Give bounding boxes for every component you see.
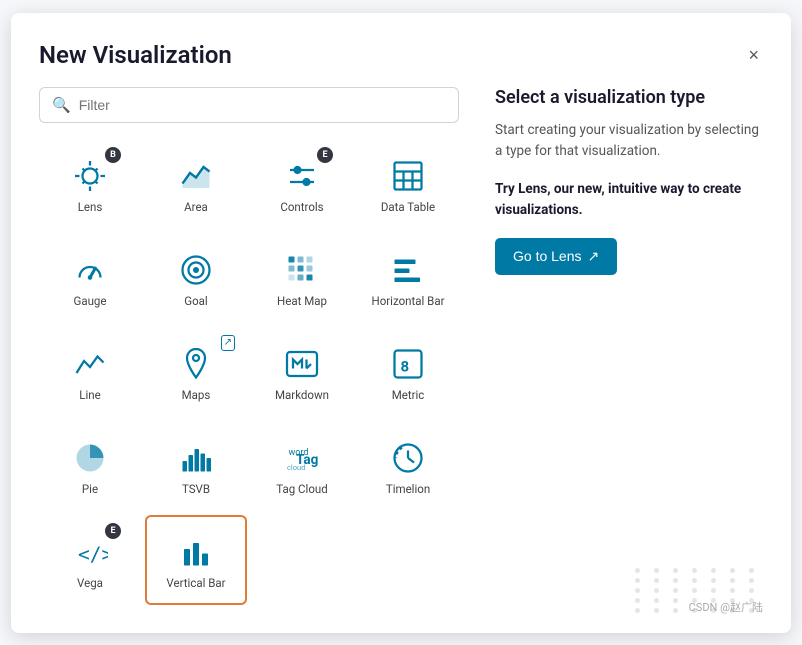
timelion-icon bbox=[386, 438, 430, 478]
viz-item-data-table[interactable]: Data Table bbox=[357, 139, 459, 229]
vega-badge: E bbox=[105, 523, 121, 539]
lens-icon bbox=[68, 156, 112, 196]
viz-item-tsvb[interactable]: TSVB bbox=[145, 421, 247, 511]
heat-map-icon bbox=[280, 250, 324, 290]
right-description-bold: Try Lens, our new, intuitive way to crea… bbox=[495, 179, 763, 222]
vega-icon: </> bbox=[68, 532, 112, 572]
goal-icon bbox=[174, 250, 218, 290]
goal-label: Goal bbox=[184, 294, 207, 309]
lens-button-label: Go to Lens bbox=[513, 248, 582, 264]
right-title: Select a visualization type bbox=[495, 87, 763, 108]
markdown-label: Markdown bbox=[275, 388, 329, 403]
modal-title: New Visualization bbox=[39, 41, 232, 69]
heat-map-label: Heat Map bbox=[277, 294, 327, 309]
markdown-icon bbox=[280, 344, 324, 384]
area-label: Area bbox=[184, 200, 208, 215]
vega-label: Vega bbox=[77, 576, 103, 591]
pie-label: Pie bbox=[82, 482, 98, 497]
viz-item-vertical-bar[interactable]: Vertical Bar bbox=[145, 515, 247, 605]
horizontal-bar-label: Horizontal Bar bbox=[372, 294, 445, 309]
right-panel: Select a visualization type Start creati… bbox=[483, 87, 763, 613]
metric-label: Metric bbox=[392, 388, 425, 403]
controls-icon bbox=[280, 156, 324, 196]
viz-item-vega[interactable]: E </> Vega bbox=[39, 515, 141, 605]
tag-cloud-label: Tag Cloud bbox=[276, 482, 327, 497]
gauge-icon bbox=[68, 250, 112, 290]
controls-label: Controls bbox=[280, 200, 323, 215]
viz-item-line[interactable]: Line bbox=[39, 327, 141, 417]
search-input[interactable] bbox=[79, 97, 446, 113]
vertical-bar-icon bbox=[174, 532, 218, 572]
modal: New Visualization × 🔍 B Lens bbox=[11, 13, 791, 633]
maps-label: Maps bbox=[182, 388, 211, 403]
maps-ext-badge: ↗ bbox=[221, 335, 235, 351]
right-description-bold-text: Try Lens, our new, intuitive way to crea… bbox=[495, 181, 741, 219]
timelion-label: Timelion bbox=[386, 482, 430, 497]
svg-text:8: 8 bbox=[401, 358, 410, 376]
tsvb-label: TSVB bbox=[182, 482, 210, 497]
left-panel: 🔍 B Lens bbox=[39, 87, 459, 613]
viz-item-maps[interactable]: ↗ Maps bbox=[145, 327, 247, 417]
controls-badge: E bbox=[317, 147, 333, 163]
gauge-label: Gauge bbox=[74, 294, 107, 309]
viz-item-lens[interactable]: B Lens bbox=[39, 139, 141, 229]
tsvb-icon bbox=[174, 438, 218, 478]
tag-cloud-icon: word Tag cloud bbox=[280, 438, 324, 478]
go-to-lens-button[interactable]: Go to Lens ↗ bbox=[495, 238, 617, 275]
viz-item-horizontal-bar[interactable]: Horizontal Bar bbox=[357, 233, 459, 323]
data-table-label: Data Table bbox=[381, 200, 435, 215]
watermark: CSDN @赵广陆 bbox=[689, 599, 763, 615]
modal-body: 🔍 B Lens bbox=[39, 87, 763, 613]
modal-header: New Visualization × bbox=[39, 41, 763, 69]
viz-grid: B Lens Area E bbox=[39, 139, 459, 605]
viz-item-tag-cloud[interactable]: word Tag cloud Tag Cloud bbox=[251, 421, 353, 511]
line-icon bbox=[68, 344, 112, 384]
viz-item-markdown[interactable]: Markdown bbox=[251, 327, 353, 417]
viz-item-heat-map[interactable]: Heat Map bbox=[251, 233, 353, 323]
line-label: Line bbox=[79, 388, 100, 403]
maps-icon bbox=[174, 344, 218, 384]
svg-text:cloud: cloud bbox=[287, 463, 305, 472]
pie-icon bbox=[68, 438, 112, 478]
viz-item-metric[interactable]: 8 Metric bbox=[357, 327, 459, 417]
area-icon bbox=[174, 156, 218, 196]
svg-text:</>: </> bbox=[78, 543, 108, 566]
viz-item-pie[interactable]: Pie bbox=[39, 421, 141, 511]
lens-label: Lens bbox=[78, 200, 103, 215]
viz-item-gauge[interactable]: Gauge bbox=[39, 233, 141, 323]
viz-item-area[interactable]: Area bbox=[145, 139, 247, 229]
external-link-icon: ↗ bbox=[588, 248, 600, 265]
search-box: 🔍 bbox=[39, 87, 459, 123]
data-table-icon bbox=[386, 156, 430, 196]
metric-icon: 8 bbox=[386, 344, 430, 384]
close-button[interactable]: × bbox=[744, 42, 763, 68]
horizontal-bar-icon bbox=[386, 250, 430, 290]
viz-item-goal[interactable]: Goal bbox=[145, 233, 247, 323]
viz-item-timelion[interactable]: Timelion bbox=[357, 421, 459, 511]
right-description-plain: Start creating your visualization by sel… bbox=[495, 120, 763, 163]
lens-badge: B bbox=[105, 147, 121, 163]
viz-item-controls[interactable]: E Controls bbox=[251, 139, 353, 229]
modal-overlay: New Visualization × 🔍 B Lens bbox=[0, 0, 802, 645]
vertical-bar-label: Vertical Bar bbox=[166, 576, 225, 591]
search-icon: 🔍 bbox=[52, 96, 71, 114]
